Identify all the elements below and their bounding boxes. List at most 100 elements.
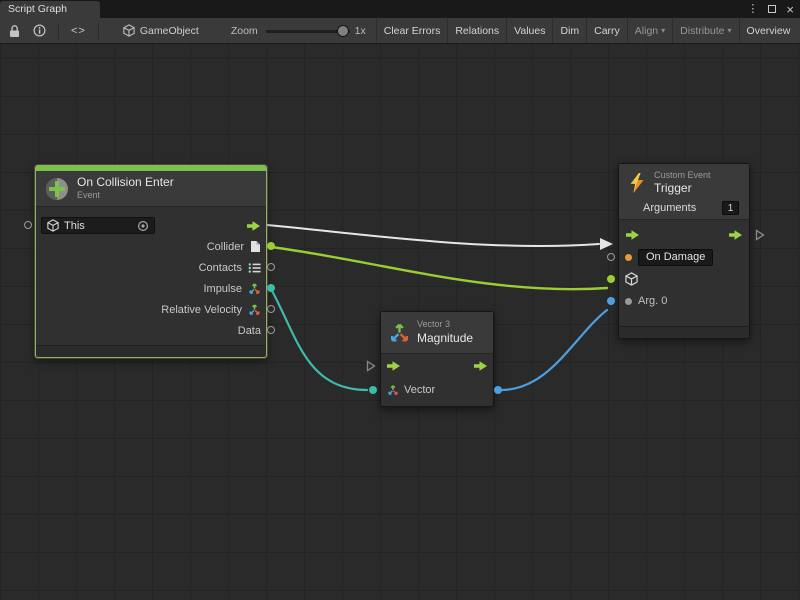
arguments-count-field[interactable]: 1 xyxy=(722,201,739,215)
data-output-port[interactable] xyxy=(267,326,275,334)
wire-collider[interactable] xyxy=(271,247,607,289)
flow-row xyxy=(381,354,493,378)
event-node-body: This Collider Contacts xyxy=(36,207,266,341)
clear-errors-button[interactable]: Clear Errors xyxy=(376,18,448,44)
arguments-row: Arguments 1 xyxy=(627,201,741,215)
port-label: Contacts xyxy=(199,262,242,274)
trigger-node-header: Custom Event Trigger Arguments 1 xyxy=(619,164,749,220)
flow-entry-triangle-icon[interactable] xyxy=(366,360,376,372)
align-label: Align xyxy=(635,25,658,37)
target-input-port[interactable] xyxy=(24,221,32,229)
trigger-node[interactable]: Custom Event Trigger Arguments 1 xyxy=(618,163,750,339)
flow-output-arrow-icon[interactable] xyxy=(728,229,743,241)
port-label: Relative Velocity xyxy=(161,304,242,316)
magnitude-node[interactable]: Vector 3 Magnitude Vector xyxy=(380,311,494,407)
wire-magnitude[interactable] xyxy=(501,310,607,390)
node-category: Custom Event xyxy=(654,170,711,181)
target-icon[interactable] xyxy=(137,220,149,232)
vector-input-row: Vector xyxy=(381,378,493,402)
target-row: This xyxy=(36,215,266,236)
output-row-collider: Collider xyxy=(36,236,266,257)
vector3-icon xyxy=(387,384,399,396)
output-row-data: Data xyxy=(36,320,266,341)
trigger-node-body: On Damage Arg. 0 xyxy=(619,220,749,312)
event-node-header: On Collision Enter Event xyxy=(36,171,266,207)
flow-exit-triangle-icon[interactable] xyxy=(755,229,765,241)
close-icon[interactable]: × xyxy=(786,3,794,16)
gameobject-label: GameObject xyxy=(140,25,199,37)
flow-input-arrow-icon[interactable] xyxy=(625,229,640,241)
vector3-icon xyxy=(248,282,261,295)
distribute-dropdown[interactable]: Distribute ▾ xyxy=(672,18,738,44)
distribute-label: Distribute xyxy=(680,25,724,37)
output-row-relative-velocity: Relative Velocity xyxy=(36,299,266,320)
cube-icon xyxy=(625,272,638,286)
cube-icon xyxy=(47,219,59,232)
node-category: Vector 3 xyxy=(417,319,473,330)
relative-velocity-output-port[interactable] xyxy=(267,305,275,313)
magnitude-output-port[interactable] xyxy=(494,386,502,394)
arguments-label: Arguments xyxy=(643,202,696,214)
target-self-field[interactable]: This xyxy=(41,217,155,234)
gameobject-icon xyxy=(123,24,135,37)
carry-button[interactable]: Carry xyxy=(586,18,627,44)
maximize-icon[interactable] xyxy=(768,5,776,13)
document-icon xyxy=(250,240,261,253)
port-label: Vector xyxy=(404,384,435,396)
zoom-label: Zoom xyxy=(231,25,258,37)
script-graph-tab[interactable]: Script Graph xyxy=(0,1,100,18)
node-title: Magnitude xyxy=(417,331,473,346)
chevron-down-icon: ▾ xyxy=(661,26,665,35)
zoom-slider[interactable] xyxy=(266,18,350,44)
node-footer xyxy=(619,326,749,338)
code-view-icon[interactable]: <> xyxy=(71,25,86,37)
align-dropdown[interactable]: Align ▾ xyxy=(627,18,672,44)
port-label: Impulse xyxy=(203,283,242,295)
vector3-icon xyxy=(389,322,410,343)
flow-input-arrow-icon[interactable] xyxy=(386,360,401,372)
window-menu-icon[interactable]: ⋮ xyxy=(747,4,758,15)
zoom-slider-knob[interactable] xyxy=(337,25,349,37)
zoom-value: 1x xyxy=(355,25,366,37)
values-button[interactable]: Values xyxy=(506,18,552,44)
string-dot-icon xyxy=(625,254,632,261)
target-row xyxy=(619,268,749,290)
contacts-output-port[interactable] xyxy=(267,263,275,271)
node-title: On Collision Enter xyxy=(77,175,174,190)
flow-output-arrow-icon[interactable] xyxy=(246,220,261,232)
port-label: Collider xyxy=(207,241,244,253)
dim-button[interactable]: Dim xyxy=(552,18,586,44)
flow-arrowhead-icon xyxy=(600,238,613,250)
arg0-row: Arg. 0 xyxy=(619,290,749,312)
target-value: This xyxy=(64,220,132,232)
script-graph-window: Script Graph ⋮ × <> GameObject Zoom 1x xyxy=(0,0,800,600)
event-icon xyxy=(44,176,70,202)
graph-canvas[interactable]: On Collision Enter Event This Collider xyxy=(0,44,800,600)
node-title: Trigger xyxy=(654,181,711,196)
wire-impulse[interactable] xyxy=(271,289,367,390)
magnitude-node-header: Vector 3 Magnitude xyxy=(381,312,493,354)
lightning-icon xyxy=(627,171,647,195)
tab-bar: Script Graph ⋮ × xyxy=(0,0,800,18)
window-controls: ⋮ × xyxy=(747,0,794,18)
event-node[interactable]: On Collision Enter Event This Collider xyxy=(35,165,267,358)
relations-button[interactable]: Relations xyxy=(447,18,506,44)
port-label: Data xyxy=(238,325,261,337)
wire-flow[interactable] xyxy=(267,225,599,246)
value-dot-icon xyxy=(625,298,632,305)
flow-output-arrow-icon[interactable] xyxy=(473,360,488,372)
impulse-output-port[interactable] xyxy=(267,284,275,292)
output-row-impulse: Impulse xyxy=(36,278,266,299)
vector-input-port[interactable] xyxy=(369,386,377,394)
collider-output-port[interactable] xyxy=(267,242,275,250)
info-icon[interactable] xyxy=(33,24,46,37)
overview-button[interactable]: Overview xyxy=(739,18,798,44)
port-label: Arg. 0 xyxy=(638,295,667,307)
node-footer xyxy=(36,345,266,357)
node-subtitle: Event xyxy=(77,190,174,201)
gameobject-selector[interactable]: GameObject xyxy=(123,24,199,37)
flow-row xyxy=(619,224,749,246)
event-name-field[interactable]: On Damage xyxy=(638,249,713,266)
event-name-row: On Damage xyxy=(619,246,749,268)
lock-icon[interactable] xyxy=(8,24,21,38)
